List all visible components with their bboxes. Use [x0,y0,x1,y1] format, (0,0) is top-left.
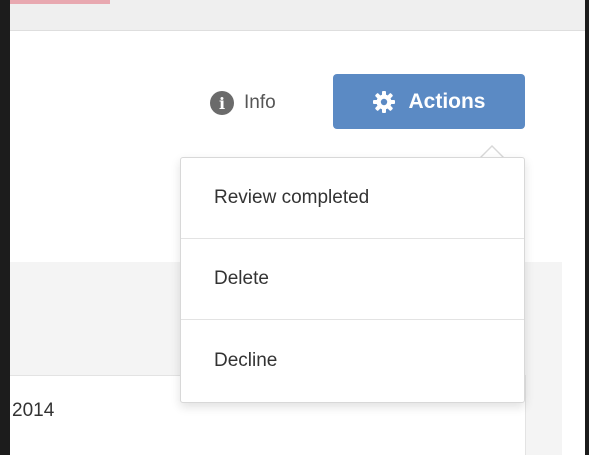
app-screen: 2014 i Info Actions Review completed Del… [0,0,589,455]
actions-dropdown-menu: Review completed Delete Decline [180,157,525,403]
actions-button[interactable]: Actions [333,74,525,129]
menu-item-review-completed[interactable]: Review completed [181,158,524,239]
actions-label: Actions [408,89,486,113]
window-frame-left [0,0,10,455]
menu-item-delete[interactable]: Delete [181,239,524,320]
menu-item-decline[interactable]: Decline [181,320,524,401]
window-frame-right [585,0,589,455]
gear-icon [372,90,396,114]
date-text: 2014 [12,400,55,421]
info-label: Info [244,92,276,113]
info-link[interactable]: i Info [210,89,276,117]
top-bar [0,0,589,31]
corner-accent [0,0,110,4]
info-icon: i [210,91,234,115]
